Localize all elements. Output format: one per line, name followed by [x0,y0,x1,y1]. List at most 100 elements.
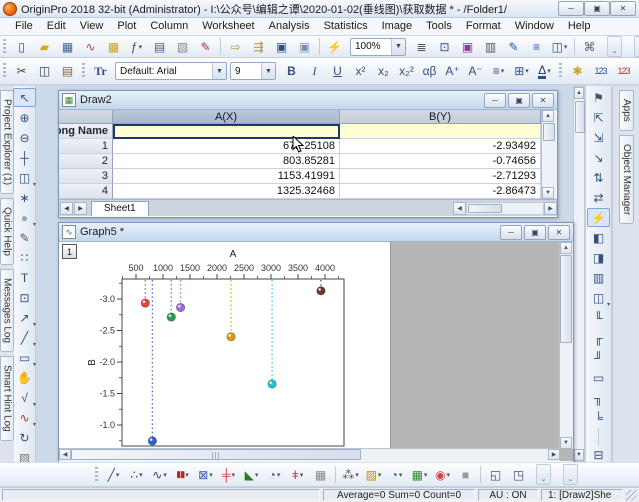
draw-data-icon[interactable]: ✎ [13,228,36,247]
long-name-header[interactable]: Long Name [59,124,113,139]
image-plot-icon[interactable]: ■ [454,464,477,485]
graph-title-bar[interactable]: ∿ Graph5 * ─▣✕ [59,223,573,242]
polar-plot-icon[interactable]: ◔▾ [263,464,286,485]
corner-header[interactable] [59,110,113,124]
font-preview-icon[interactable]: Tr [89,61,112,82]
cell-long-name-b[interactable] [340,124,541,139]
tab-project-explorer[interactable]: Project Explorer (1) [0,90,14,194]
scrollbar-thumb[interactable] [71,449,361,460]
scatter-plot-icon[interactable]: ∴▾ [125,464,148,485]
row-header-4[interactable]: 4 [59,184,113,199]
template-plot-icon[interactable]: ⊠▾ [194,464,217,485]
scroll-right-icon[interactable]: ▶ [548,449,560,460]
add-bottom-x-layer-icon[interactable]: ╘ [587,408,610,427]
line-tool-icon[interactable]: ╱▾ [13,328,36,347]
graph-plot[interactable]: 5001000150020002500300035004000-3.0-2.5-… [59,242,390,449]
restore-button[interactable]: ▣ [584,1,610,16]
restore-button[interactable]: ▣ [524,225,546,240]
greek-icon[interactable]: αβ [418,61,441,82]
project-explorer-icon[interactable]: ⌘ [578,36,601,57]
font-color-icon[interactable]: Δ▾ [533,61,556,82]
save-template-icon[interactable]: ▣ [293,36,316,57]
resize-grip[interactable] [626,490,637,501]
scroll-up-icon[interactable]: ▲ [542,110,554,122]
column-header-a[interactable]: A(X) [113,110,340,124]
column-properties-icon[interactable]: 123 [612,61,635,82]
chevron-down-icon[interactable]: ▼ [391,39,405,55]
pan-hand-icon[interactable]: ✋ [13,368,36,387]
slide-show-icon[interactable]: ⊡ [433,36,456,57]
open-icon[interactable]: ▰ [33,36,56,57]
3d-pie-icon[interactable]: ◔▾ [385,464,408,485]
tab-smart-hint-log[interactable]: Smart Hint Log [0,356,14,441]
minimize-button[interactable]: ─ [484,93,506,108]
underline-icon[interactable]: U [326,61,349,82]
chevron-down-icon[interactable]: ▼ [261,63,275,79]
new-worksheet-icon[interactable]: ▦ [56,36,79,57]
theme-edit-icon[interactable]: ✎ [502,36,525,57]
3d-surface-icon[interactable]: ▨▾ [362,464,385,485]
align-icon[interactable]: ≡▾ [487,61,510,82]
toolbar-overflow[interactable]: ⌄ [607,36,622,57]
menu-worksheet[interactable]: Worksheet [195,18,261,35]
toolbar-grip[interactable] [95,467,98,483]
annotation-icon[interactable]: ∷ [13,248,36,267]
menu-view[interactable]: View [73,18,111,35]
shape-tool-icon[interactable]: ▭▾ [13,348,36,367]
data-selector-icon[interactable]: ◫▾ [13,168,36,187]
subscript-icon[interactable]: x₂ [372,61,395,82]
toolbar-grip[interactable] [559,63,562,79]
window-cascade-icon[interactable]: ◱ [484,464,507,485]
cut-icon[interactable]: ✂ [10,61,33,82]
menu-statistics[interactable]: Statistics [317,18,375,35]
screen-reader-icon[interactable]: ┼ [13,148,36,167]
column-plot-icon[interactable]: ▮▮▾ [171,464,194,485]
menu-plot[interactable]: Plot [110,18,143,35]
zoom-out-icon[interactable]: ⊖ [13,128,36,147]
zoom-in-icon[interactable]: ⊕ [13,108,36,127]
active-cell-long-name-a[interactable] [113,124,340,139]
new-project-icon[interactable]: ▯ [10,36,33,57]
toolbar-grip[interactable] [3,63,6,79]
scrollbar-thumb[interactable] [575,101,585,133]
toolbar-grip[interactable] [82,63,85,79]
3d-bars-icon[interactable]: ▦▾ [408,464,431,485]
menu-help[interactable]: Help [561,18,598,35]
scale-out-icon[interactable]: ⇲ [587,128,610,147]
insert-graph-icon[interactable]: ∿▾ [13,408,36,427]
contour-plot-icon[interactable]: ◉▾ [431,464,454,485]
border-grid-icon[interactable]: ⊞▾ [510,61,533,82]
cell-a-4[interactable]: 1325.32468 [113,184,340,199]
menu-column[interactable]: Column [143,18,195,35]
speed-mode-icon[interactable]: ⚑ [587,88,610,107]
exchange-xy-icon[interactable]: ⇄ [587,188,610,207]
restore-button[interactable]: ▣ [508,93,530,108]
row-header-2[interactable]: 2 [59,154,113,169]
layer-grid-icon[interactable]: ▥ [587,268,610,287]
point-marker-2[interactable] [148,437,156,445]
graph-window[interactable]: ∿ Graph5 * ─▣✕ 5001000150020002500300035… [58,222,574,464]
copy-icon[interactable]: ◫ [33,61,56,82]
scrollbar-thumb[interactable] [468,204,502,213]
cell-b-4[interactable]: -2.86473 [340,184,541,199]
equation-icon[interactable]: √▾ [13,388,36,407]
sheet-tab[interactable]: Sheet1 [91,201,149,216]
add-left-y-layer-icon[interactable]: ╖ [587,388,610,407]
worksheet-vscrollbar[interactable]: ▲ ▼ [541,110,556,199]
area-plot-icon[interactable]: ◣▾ [240,464,263,485]
image-export-icon[interactable]: ▣ [456,36,479,57]
cell-a-1[interactable]: 672.25108 [113,139,340,154]
mask-icon[interactable]: ●▾ [13,208,36,227]
new-matrix-icon[interactable]: ▦ [102,36,125,57]
run-script-icon[interactable]: ⚡ [323,36,346,57]
arrow-tool-icon[interactable]: ↗▾ [13,308,36,327]
tab-apps[interactable]: Apps [619,90,634,131]
text-box-icon[interactable]: ⊡ [13,288,36,307]
3d-window-icon[interactable]: ▦ [309,464,332,485]
minimize-button[interactable]: ─ [558,1,584,16]
sheet-next-icon[interactable]: ▶ [74,202,87,215]
bold-icon[interactable]: B [280,61,303,82]
cell-a-3[interactable]: 1153.41991 [113,169,340,184]
tab-object-manager[interactable]: Object Manager [619,135,634,224]
chevron-down-icon[interactable]: ▼ [212,63,226,79]
